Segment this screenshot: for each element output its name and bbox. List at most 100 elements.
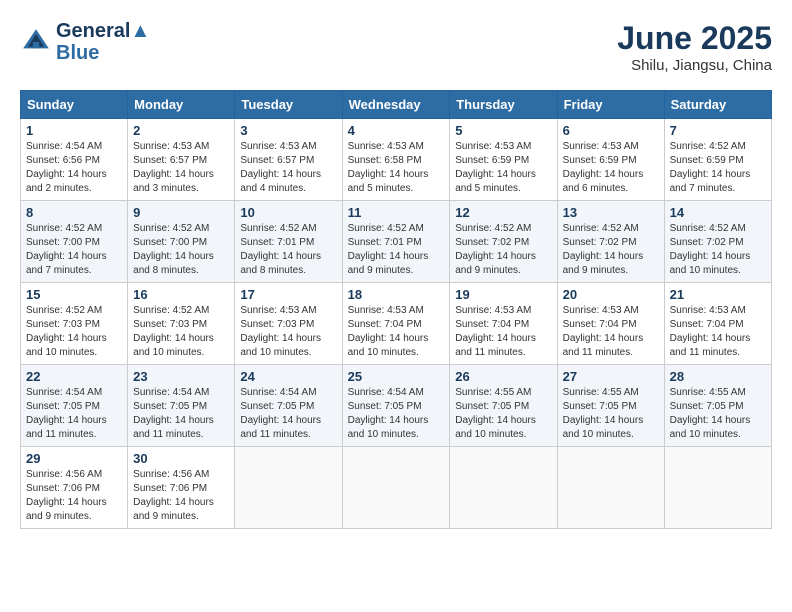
- calendar-cell: 20Sunrise: 4:53 AM Sunset: 7:04 PM Dayli…: [557, 283, 664, 365]
- calendar-cell: 4Sunrise: 4:53 AM Sunset: 6:58 PM Daylig…: [342, 119, 450, 201]
- calendar-cell: 25 Sunrise: 4:54 AM Sunset: 7:05 PM Dayli…: [342, 365, 450, 447]
- weekday-header-monday: Monday: [128, 91, 235, 119]
- day-number: 6: [563, 123, 659, 138]
- day-number: 25: [348, 369, 445, 384]
- day-number: 17: [240, 287, 336, 302]
- logo: General▲ Blue: [20, 20, 150, 64]
- day-info: Sunrise: 4:53 AM Sunset: 7:04 PM Dayligh…: [455, 304, 551, 360]
- calendar-cell: 30 Sunrise: 4:56 AM Sunset: 7:06 PM Dayli…: [128, 447, 235, 529]
- day-number: 3: [240, 123, 336, 138]
- day-info: Sunrise: 4:53 AM Sunset: 7:03 PM Dayligh…: [240, 304, 336, 360]
- day-info: Sunrise: 4:52 AM Sunset: 7:00 PM Dayligh…: [133, 222, 229, 278]
- day-number: 10: [240, 205, 336, 220]
- weekday-header-row: SundayMondayTuesdayWednesdayThursdayFrid…: [21, 91, 772, 119]
- calendar-cell: 10 Sunrise: 4:52 AM Sunset: 7:01 PM Dayli…: [235, 201, 342, 283]
- day-info: Sunrise: 4:54 AM Sunset: 7:05 PM Dayligh…: [348, 386, 445, 442]
- calendar-cell: 19Sunrise: 4:53 AM Sunset: 7:04 PM Dayli…: [450, 283, 557, 365]
- calendar-cell: 3 Sunrise: 4:53 AM Sunset: 6:57 PM Daylig…: [235, 119, 342, 201]
- day-info: Sunrise: 4:52 AM Sunset: 7:03 PM Dayligh…: [26, 304, 122, 360]
- day-number: 5: [455, 123, 551, 138]
- location-subtitle: Shilu, Jiangsu, China: [617, 57, 772, 74]
- calendar-week-row: 22 Sunrise: 4:54 AM Sunset: 7:05 PM Dayli…: [21, 365, 772, 447]
- calendar-cell: 7Sunrise: 4:52 AM Sunset: 6:59 PM Daylig…: [664, 119, 771, 201]
- day-number: 11: [348, 205, 445, 220]
- day-info: Sunrise: 4:52 AM Sunset: 7:01 PM Dayligh…: [240, 222, 336, 278]
- day-number: 1: [26, 123, 122, 138]
- calendar-cell: 23 Sunrise: 4:54 AM Sunset: 7:05 PM Dayli…: [128, 365, 235, 447]
- calendar-cell: [664, 447, 771, 529]
- calendar-cell: 8Sunrise: 4:52 AM Sunset: 7:00 PM Daylig…: [21, 201, 128, 283]
- day-number: 30: [133, 451, 229, 466]
- calendar-week-row: 8Sunrise: 4:52 AM Sunset: 7:00 PM Daylig…: [21, 201, 772, 283]
- weekday-header-tuesday: Tuesday: [235, 91, 342, 119]
- day-number: 16: [133, 287, 229, 302]
- calendar-cell: 28Sunrise: 4:55 AM Sunset: 7:05 PM Dayli…: [664, 365, 771, 447]
- day-number: 23: [133, 369, 229, 384]
- calendar-week-row: 15 Sunrise: 4:52 AM Sunset: 7:03 PM Dayli…: [21, 283, 772, 365]
- calendar-cell: 5 Sunrise: 4:53 AM Sunset: 6:59 PM Daylig…: [450, 119, 557, 201]
- day-number: 9: [133, 205, 229, 220]
- day-info: Sunrise: 4:55 AM Sunset: 7:05 PM Dayligh…: [455, 386, 551, 442]
- calendar-cell: [342, 447, 450, 529]
- weekday-header-friday: Friday: [557, 91, 664, 119]
- calendar-cell: 1 Sunrise: 4:54 AM Sunset: 6:56 PM Daylig…: [21, 119, 128, 201]
- calendar-cell: 9 Sunrise: 4:52 AM Sunset: 7:00 PM Daylig…: [128, 201, 235, 283]
- calendar-week-row: 29 Sunrise: 4:56 AM Sunset: 7:06 PM Dayli…: [21, 447, 772, 529]
- day-info: Sunrise: 4:53 AM Sunset: 7:04 PM Dayligh…: [670, 304, 766, 360]
- day-number: 2: [133, 123, 229, 138]
- day-info: Sunrise: 4:54 AM Sunset: 7:05 PM Dayligh…: [133, 386, 229, 442]
- calendar-cell: 24 Sunrise: 4:54 AM Sunset: 7:05 PM Dayli…: [235, 365, 342, 447]
- calendar-cell: 22Sunrise: 4:54 AM Sunset: 7:05 PM Dayli…: [21, 365, 128, 447]
- calendar-cell: [235, 447, 342, 529]
- title-block: June 2025 Shilu, Jiangsu, China: [617, 20, 772, 74]
- day-info: Sunrise: 4:53 AM Sunset: 6:59 PM Dayligh…: [455, 140, 551, 196]
- month-title: June 2025: [617, 20, 772, 57]
- weekday-header-saturday: Saturday: [664, 91, 771, 119]
- day-info: Sunrise: 4:55 AM Sunset: 7:05 PM Dayligh…: [670, 386, 766, 442]
- day-number: 18: [348, 287, 445, 302]
- logo-icon: [20, 26, 52, 58]
- weekday-header-wednesday: Wednesday: [342, 91, 450, 119]
- day-info: Sunrise: 4:52 AM Sunset: 7:02 PM Dayligh…: [563, 222, 659, 278]
- day-info: Sunrise: 4:53 AM Sunset: 7:04 PM Dayligh…: [563, 304, 659, 360]
- day-info: Sunrise: 4:52 AM Sunset: 7:03 PM Dayligh…: [133, 304, 229, 360]
- day-info: Sunrise: 4:52 AM Sunset: 7:00 PM Dayligh…: [26, 222, 122, 278]
- day-info: Sunrise: 4:54 AM Sunset: 6:56 PM Dayligh…: [26, 140, 122, 196]
- calendar-cell: 18 Sunrise: 4:53 AM Sunset: 7:04 PM Dayli…: [342, 283, 450, 365]
- calendar-cell: 2Sunrise: 4:53 AM Sunset: 6:57 PM Daylig…: [128, 119, 235, 201]
- calendar-cell: 27 Sunrise: 4:55 AM Sunset: 7:05 PM Dayli…: [557, 365, 664, 447]
- day-number: 4: [348, 123, 445, 138]
- day-number: 29: [26, 451, 122, 466]
- day-info: Sunrise: 4:52 AM Sunset: 7:02 PM Dayligh…: [670, 222, 766, 278]
- day-info: Sunrise: 4:56 AM Sunset: 7:06 PM Dayligh…: [133, 468, 229, 524]
- calendar-cell: 6 Sunrise: 4:53 AM Sunset: 6:59 PM Daylig…: [557, 119, 664, 201]
- day-number: 26: [455, 369, 551, 384]
- calendar-week-row: 1 Sunrise: 4:54 AM Sunset: 6:56 PM Daylig…: [21, 119, 772, 201]
- day-number: 24: [240, 369, 336, 384]
- calendar-cell: 21Sunrise: 4:53 AM Sunset: 7:04 PM Dayli…: [664, 283, 771, 365]
- day-number: 27: [563, 369, 659, 384]
- day-info: Sunrise: 4:52 AM Sunset: 7:02 PM Dayligh…: [455, 222, 551, 278]
- day-number: 22: [26, 369, 122, 384]
- day-number: 12: [455, 205, 551, 220]
- header: General▲ Blue June 2025 Shilu, Jiangsu, …: [20, 20, 772, 74]
- calendar-cell: 11 Sunrise: 4:52 AM Sunset: 7:01 PM Dayli…: [342, 201, 450, 283]
- calendar-table: SundayMondayTuesdayWednesdayThursdayFrid…: [20, 90, 772, 529]
- day-number: 15: [26, 287, 122, 302]
- day-info: Sunrise: 4:52 AM Sunset: 7:01 PM Dayligh…: [348, 222, 445, 278]
- calendar-cell: [557, 447, 664, 529]
- day-info: Sunrise: 4:54 AM Sunset: 7:05 PM Dayligh…: [240, 386, 336, 442]
- calendar-cell: 14 Sunrise: 4:52 AM Sunset: 7:02 PM Dayli…: [664, 201, 771, 283]
- day-info: Sunrise: 4:52 AM Sunset: 6:59 PM Dayligh…: [670, 140, 766, 196]
- weekday-header-sunday: Sunday: [21, 91, 128, 119]
- calendar-cell: 15 Sunrise: 4:52 AM Sunset: 7:03 PM Dayli…: [21, 283, 128, 365]
- day-number: 13: [563, 205, 659, 220]
- day-info: Sunrise: 4:53 AM Sunset: 6:57 PM Dayligh…: [240, 140, 336, 196]
- day-info: Sunrise: 4:53 AM Sunset: 7:04 PM Dayligh…: [348, 304, 445, 360]
- day-number: 14: [670, 205, 766, 220]
- weekday-header-thursday: Thursday: [450, 91, 557, 119]
- day-info: Sunrise: 4:56 AM Sunset: 7:06 PM Dayligh…: [26, 468, 122, 524]
- day-info: Sunrise: 4:53 AM Sunset: 6:59 PM Dayligh…: [563, 140, 659, 196]
- day-info: Sunrise: 4:55 AM Sunset: 7:05 PM Dayligh…: [563, 386, 659, 442]
- calendar-cell: 16 Sunrise: 4:52 AM Sunset: 7:03 PM Dayli…: [128, 283, 235, 365]
